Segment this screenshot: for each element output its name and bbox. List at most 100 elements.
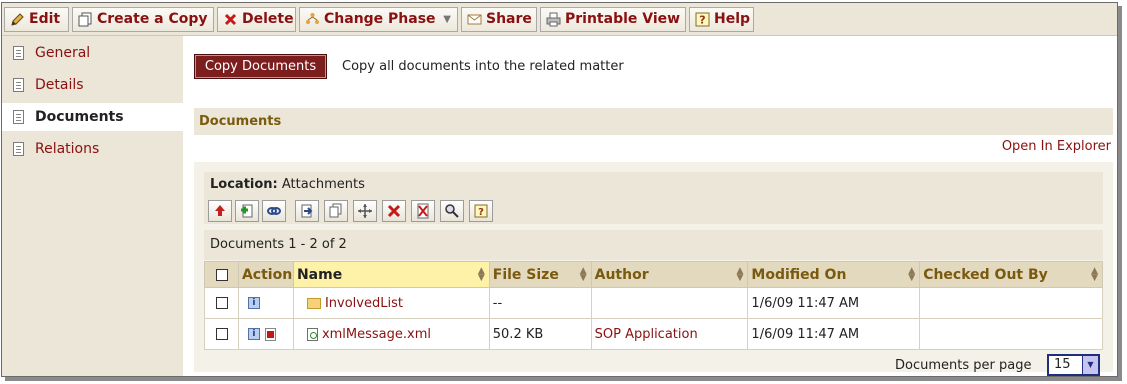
envelope-icon (467, 14, 482, 25)
checked-out-by-cell (919, 287, 1103, 319)
document-icon (13, 78, 24, 92)
documents-table: Action Name ▲ ▼ File Size ▲ ▼ Author ▲ ▼ Modif… (204, 261, 1103, 350)
help-icon: ? (695, 12, 710, 27)
file-size-cell: 50.2 KB (488, 318, 592, 350)
column-header-file-size[interactable]: File Size ▲ ▼ (488, 261, 592, 288)
printer-icon (546, 12, 561, 27)
column-header-author[interactable]: Author ▲ ▼ (590, 261, 749, 288)
name-cell: InvolvedList (292, 287, 490, 319)
column-label: Name (296, 266, 343, 283)
svg-text:?: ? (478, 207, 484, 218)
share-label: Share (486, 11, 532, 27)
delete-icon[interactable] (382, 200, 406, 222)
column-label: Checked Out By (923, 266, 1048, 283)
sort-icon: ▲ ▼ (579, 266, 587, 283)
table-header-row: Action Name ▲ ▼ File Size ▲ ▼ Author ▲ ▼ Modif… (204, 261, 1103, 288)
sidebar-item-label: Documents (35, 109, 124, 125)
remove-pdf-icon[interactable] (411, 200, 435, 222)
author-link[interactable]: SOP Application (595, 327, 698, 342)
per-page-value: 15 (1054, 357, 1071, 372)
change-phase-label: Change Phase (324, 11, 436, 27)
sidebar-item-relations[interactable]: Relations (2, 135, 183, 163)
printable-view-label: Printable View (565, 11, 681, 27)
open-in-explorer-link[interactable]: Open In Explorer (1002, 139, 1111, 154)
document-name-link[interactable]: InvolvedList (325, 296, 403, 311)
row-checkbox[interactable] (216, 297, 228, 309)
sidebar-item-documents[interactable]: Documents (2, 103, 183, 131)
document-icon (13, 46, 24, 60)
copy-documents-description: Copy all documents into the related matt… (342, 59, 624, 74)
per-page-label: Documents per page (895, 358, 1032, 373)
chevron-down-icon[interactable]: ▼ (1082, 356, 1098, 374)
location-label: Location: (210, 177, 278, 192)
name-cell: xmlMessage.xml (292, 318, 490, 350)
help-icon[interactable]: ? (469, 200, 493, 222)
column-header-name[interactable]: Name ▲ ▼ (292, 261, 490, 288)
sidebar: General Details Documents Relations (2, 36, 183, 376)
upload-icon[interactable] (208, 200, 232, 222)
author-cell (590, 287, 749, 319)
frame-shadow (1118, 6, 1122, 379)
per-page-select[interactable]: 15 ▼ (1047, 354, 1100, 376)
chevron-down-icon: ▼ (443, 14, 451, 25)
modified-on-cell: 1/6/09 11:47 AM (747, 287, 921, 319)
copy-icon (78, 12, 92, 27)
column-header-modified-on[interactable]: Modified On ▲ ▼ (747, 261, 921, 288)
document-actions-bar: ? (204, 198, 1103, 224)
info-icon[interactable]: i (247, 297, 260, 309)
link-icon[interactable] (262, 200, 286, 222)
move-icon[interactable] (295, 200, 319, 222)
documents-count: Documents 1 - 2 of 2 (204, 230, 1103, 260)
column-label: Modified On (751, 266, 847, 283)
row-checkbox[interactable] (216, 328, 228, 340)
document-icon (13, 110, 24, 124)
action-cell: i (237, 287, 294, 319)
sort-icon: ▲ ▼ (908, 266, 916, 283)
sidebar-item-details[interactable]: Details (2, 71, 183, 99)
info-icon[interactable]: i (247, 328, 260, 340)
delete-button[interactable]: Delete (217, 7, 296, 32)
delete-x-icon (224, 13, 237, 26)
sidebar-item-general[interactable]: General (2, 39, 183, 67)
edit-button[interactable]: Edit (4, 7, 69, 32)
select-all-checkbox[interactable] (216, 268, 228, 281)
folder-icon (306, 297, 321, 309)
file-size-cell: -- (488, 287, 592, 319)
share-button[interactable]: Share (461, 7, 537, 32)
column-label: Action (241, 266, 293, 283)
row-select-cell (204, 318, 239, 350)
row-select-cell (204, 287, 239, 319)
xml-file-icon (306, 327, 318, 341)
sidebar-item-label: Details (35, 77, 84, 93)
table-row: i xmlMessage.xml 50.2 KB SOP Application… (204, 318, 1103, 350)
modified-on-cell: 1/6/09 11:47 AM (747, 318, 921, 350)
author-cell: SOP Application (590, 318, 749, 350)
documents-section-title: Documents (194, 108, 1113, 135)
column-header-checked-out-by[interactable]: Checked Out By ▲ ▼ (919, 261, 1103, 288)
pdf-icon[interactable] (264, 327, 276, 341)
checked-out-by-cell (919, 318, 1103, 350)
sidebar-item-label: General (35, 45, 91, 61)
phase-icon (306, 13, 319, 24)
create-copy-label: Create a Copy (97, 11, 208, 27)
move-arrows-icon[interactable] (353, 200, 377, 222)
add-document-icon[interactable] (235, 200, 259, 222)
document-name-link[interactable]: xmlMessage.xml (322, 327, 431, 342)
sort-icon: ▲ ▼ (477, 266, 485, 283)
document-icon (13, 142, 24, 156)
create-copy-button[interactable]: Create a Copy (72, 7, 214, 32)
search-icon[interactable] (440, 200, 464, 222)
copy-icon[interactable] (324, 200, 348, 222)
pencil-icon (11, 13, 24, 26)
help-button[interactable]: ? Help (689, 7, 754, 32)
change-phase-button[interactable]: Change Phase ▼ (299, 7, 458, 32)
printable-view-button[interactable]: Printable View (540, 7, 686, 32)
column-header-action: Action (237, 261, 294, 288)
help-label: Help (714, 11, 751, 27)
copy-documents-button[interactable]: Copy Documents (194, 54, 327, 79)
sort-icon: ▲ ▼ (736, 266, 744, 283)
column-label: Author (594, 266, 649, 283)
action-cell: i (237, 318, 294, 350)
frame-shadow (5, 377, 1122, 381)
select-all-header[interactable] (204, 261, 239, 288)
